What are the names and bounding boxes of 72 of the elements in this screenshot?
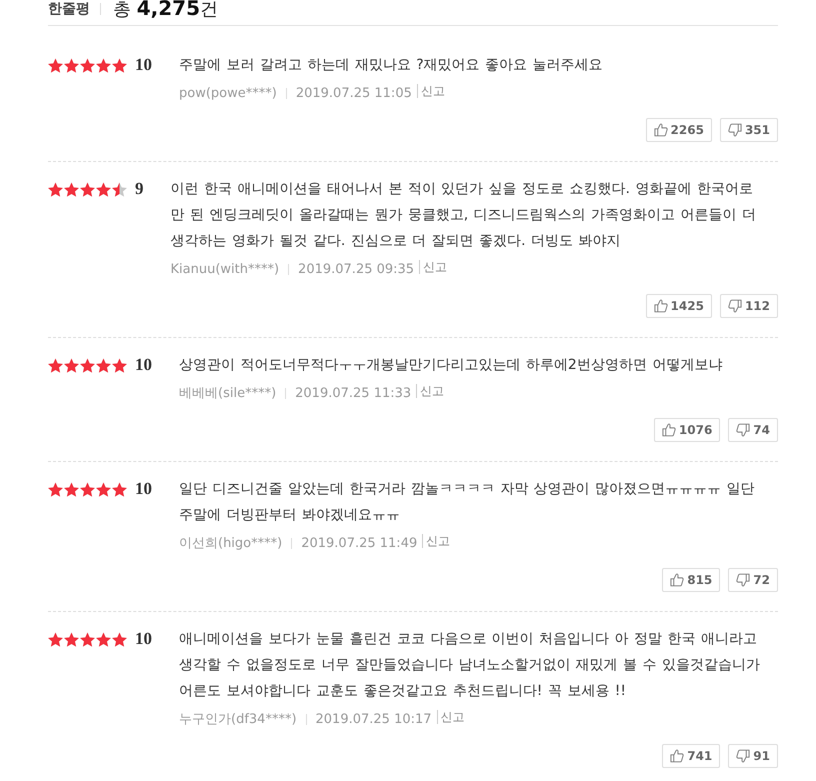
dislike-button[interactable]: 72 (728, 568, 778, 592)
thumbs-up-icon (670, 749, 684, 763)
dislike-button[interactable]: 351 (720, 118, 778, 142)
thumbs-up-icon (654, 299, 668, 313)
star-icon (80, 182, 95, 196)
review-date: 2019.07.25 11:05 (296, 86, 412, 100)
star-icon (112, 482, 127, 496)
report-link[interactable]: 신고 (419, 260, 448, 274)
star-icon (48, 182, 63, 196)
review-date: 2019.07.25 10:17 (316, 712, 432, 726)
report-link[interactable]: 신고 (416, 384, 444, 398)
like-button[interactable]: 741 (662, 744, 720, 768)
review-date: 2019.07.25 11:49 (301, 536, 418, 550)
star-icon (80, 632, 95, 646)
like-button[interactable]: 1425 (646, 294, 712, 318)
section-title: 한줄평 (48, 0, 90, 18)
star-icon (80, 482, 95, 496)
star-icon (64, 182, 79, 196)
review-text: 이런 한국 애니메이션을 태어나서 본 적이 있던가 싶을 정도로 쇼킹했다. 영화끝에 한국어로 만 된 엔딩크레딧이 올라갈때는 뭔가 뭉클했고, 디즈니드림웍스의 가족영화이고 어른들이 더 생각하는 영화가 될것 같다. 진심으로 더 잘되면 좋겠다. 더빙도 봐야지 (170, 180, 758, 251)
star-icon (96, 632, 111, 646)
review-text: 애니메이션을 보다가 눈물 흘린건 코코 다음으로 이번이 처음입니다 아 정말 한국 애니라고 생각할 수 없을정도로 너무 잘만들었습니다 남녀노소할거없이 재밌게 볼 수 있을것같습니가 어른도 보셔야합니다 교훈도 좋은것같고요 추천드립니다! 꼭 보세용 !! (179, 630, 762, 701)
dislike-button[interactable]: 91 (728, 744, 778, 768)
author-name: 베베베(sile****) (179, 385, 276, 402)
star-icon (96, 482, 111, 496)
author-name: 누구인가(df34****) (179, 711, 297, 728)
star-icon (64, 482, 79, 496)
star-icon (48, 358, 63, 372)
review-text: 주말에 보러 갈려고 하는데 재밌나요 ?재밌어요 좋아요 눌러주세요 (179, 56, 604, 75)
star-icon (64, 632, 79, 646)
like-button[interactable]: 1076 (654, 418, 720, 442)
review-date: 2019.07.25 09:35 (298, 262, 414, 276)
rating-score: 10 (135, 478, 152, 500)
review-text: 상영관이 적어도너무적다ㅜㅜ개봉날만기다리고있는데 하루에2번상영하면 어떻게보냐 (179, 356, 724, 375)
review-text: 일단 디즈니건줄 알았는데 한국거라 깜놀ㅋㅋㅋㅋ 자막 상영관이 많아졌으면ㅠㅠㅠㅠ 일단 주말에 더빙판부터 봐야겠네요ㅠㅠ (179, 480, 756, 525)
report-link[interactable]: 신고 (416, 84, 445, 98)
thumbs-up-icon (654, 123, 668, 137)
total-count: 총 4,275건 (113, 0, 218, 20)
star-icon (48, 58, 63, 72)
star-icon (96, 58, 111, 72)
star-icon (112, 632, 127, 646)
rating-score: 10 (135, 54, 152, 76)
thumbs-down-icon (736, 573, 750, 587)
rating-score: 10 (135, 354, 152, 376)
dislike-button[interactable]: 74 (728, 418, 778, 442)
star-icon (96, 358, 111, 372)
star-icon (80, 358, 95, 372)
star-icon (48, 632, 63, 646)
report-link[interactable]: 신고 (436, 710, 465, 724)
report-link[interactable]: 신고 (422, 534, 450, 548)
rating-score: 10 (135, 628, 152, 650)
star-icon (64, 58, 79, 72)
thumbs-down-icon (736, 749, 750, 763)
star-icon (96, 182, 111, 196)
author-name: pow(powe****) (179, 86, 277, 100)
star-icon (48, 482, 63, 496)
rating-score: 9 (135, 178, 144, 200)
dislike-button[interactable]: 112 (720, 294, 778, 318)
thumbs-down-icon (728, 123, 742, 137)
like-button[interactable]: 815 (662, 568, 720, 592)
thumbs-down-icon (728, 299, 742, 313)
thumbs-down-icon (736, 423, 750, 437)
author-name: 이선희(higo****) (179, 535, 282, 552)
like-button[interactable]: 2265 (646, 118, 712, 142)
star-icon (64, 358, 79, 372)
review-date: 2019.07.25 11:33 (295, 386, 412, 400)
star-icon (80, 58, 95, 72)
thumbs-up-icon (662, 423, 676, 437)
star-icon (112, 58, 127, 72)
thumbs-up-icon (670, 573, 684, 587)
star-icon (112, 182, 127, 196)
author-name: Kianuu(with****) (170, 262, 280, 276)
star-icon (112, 358, 127, 372)
